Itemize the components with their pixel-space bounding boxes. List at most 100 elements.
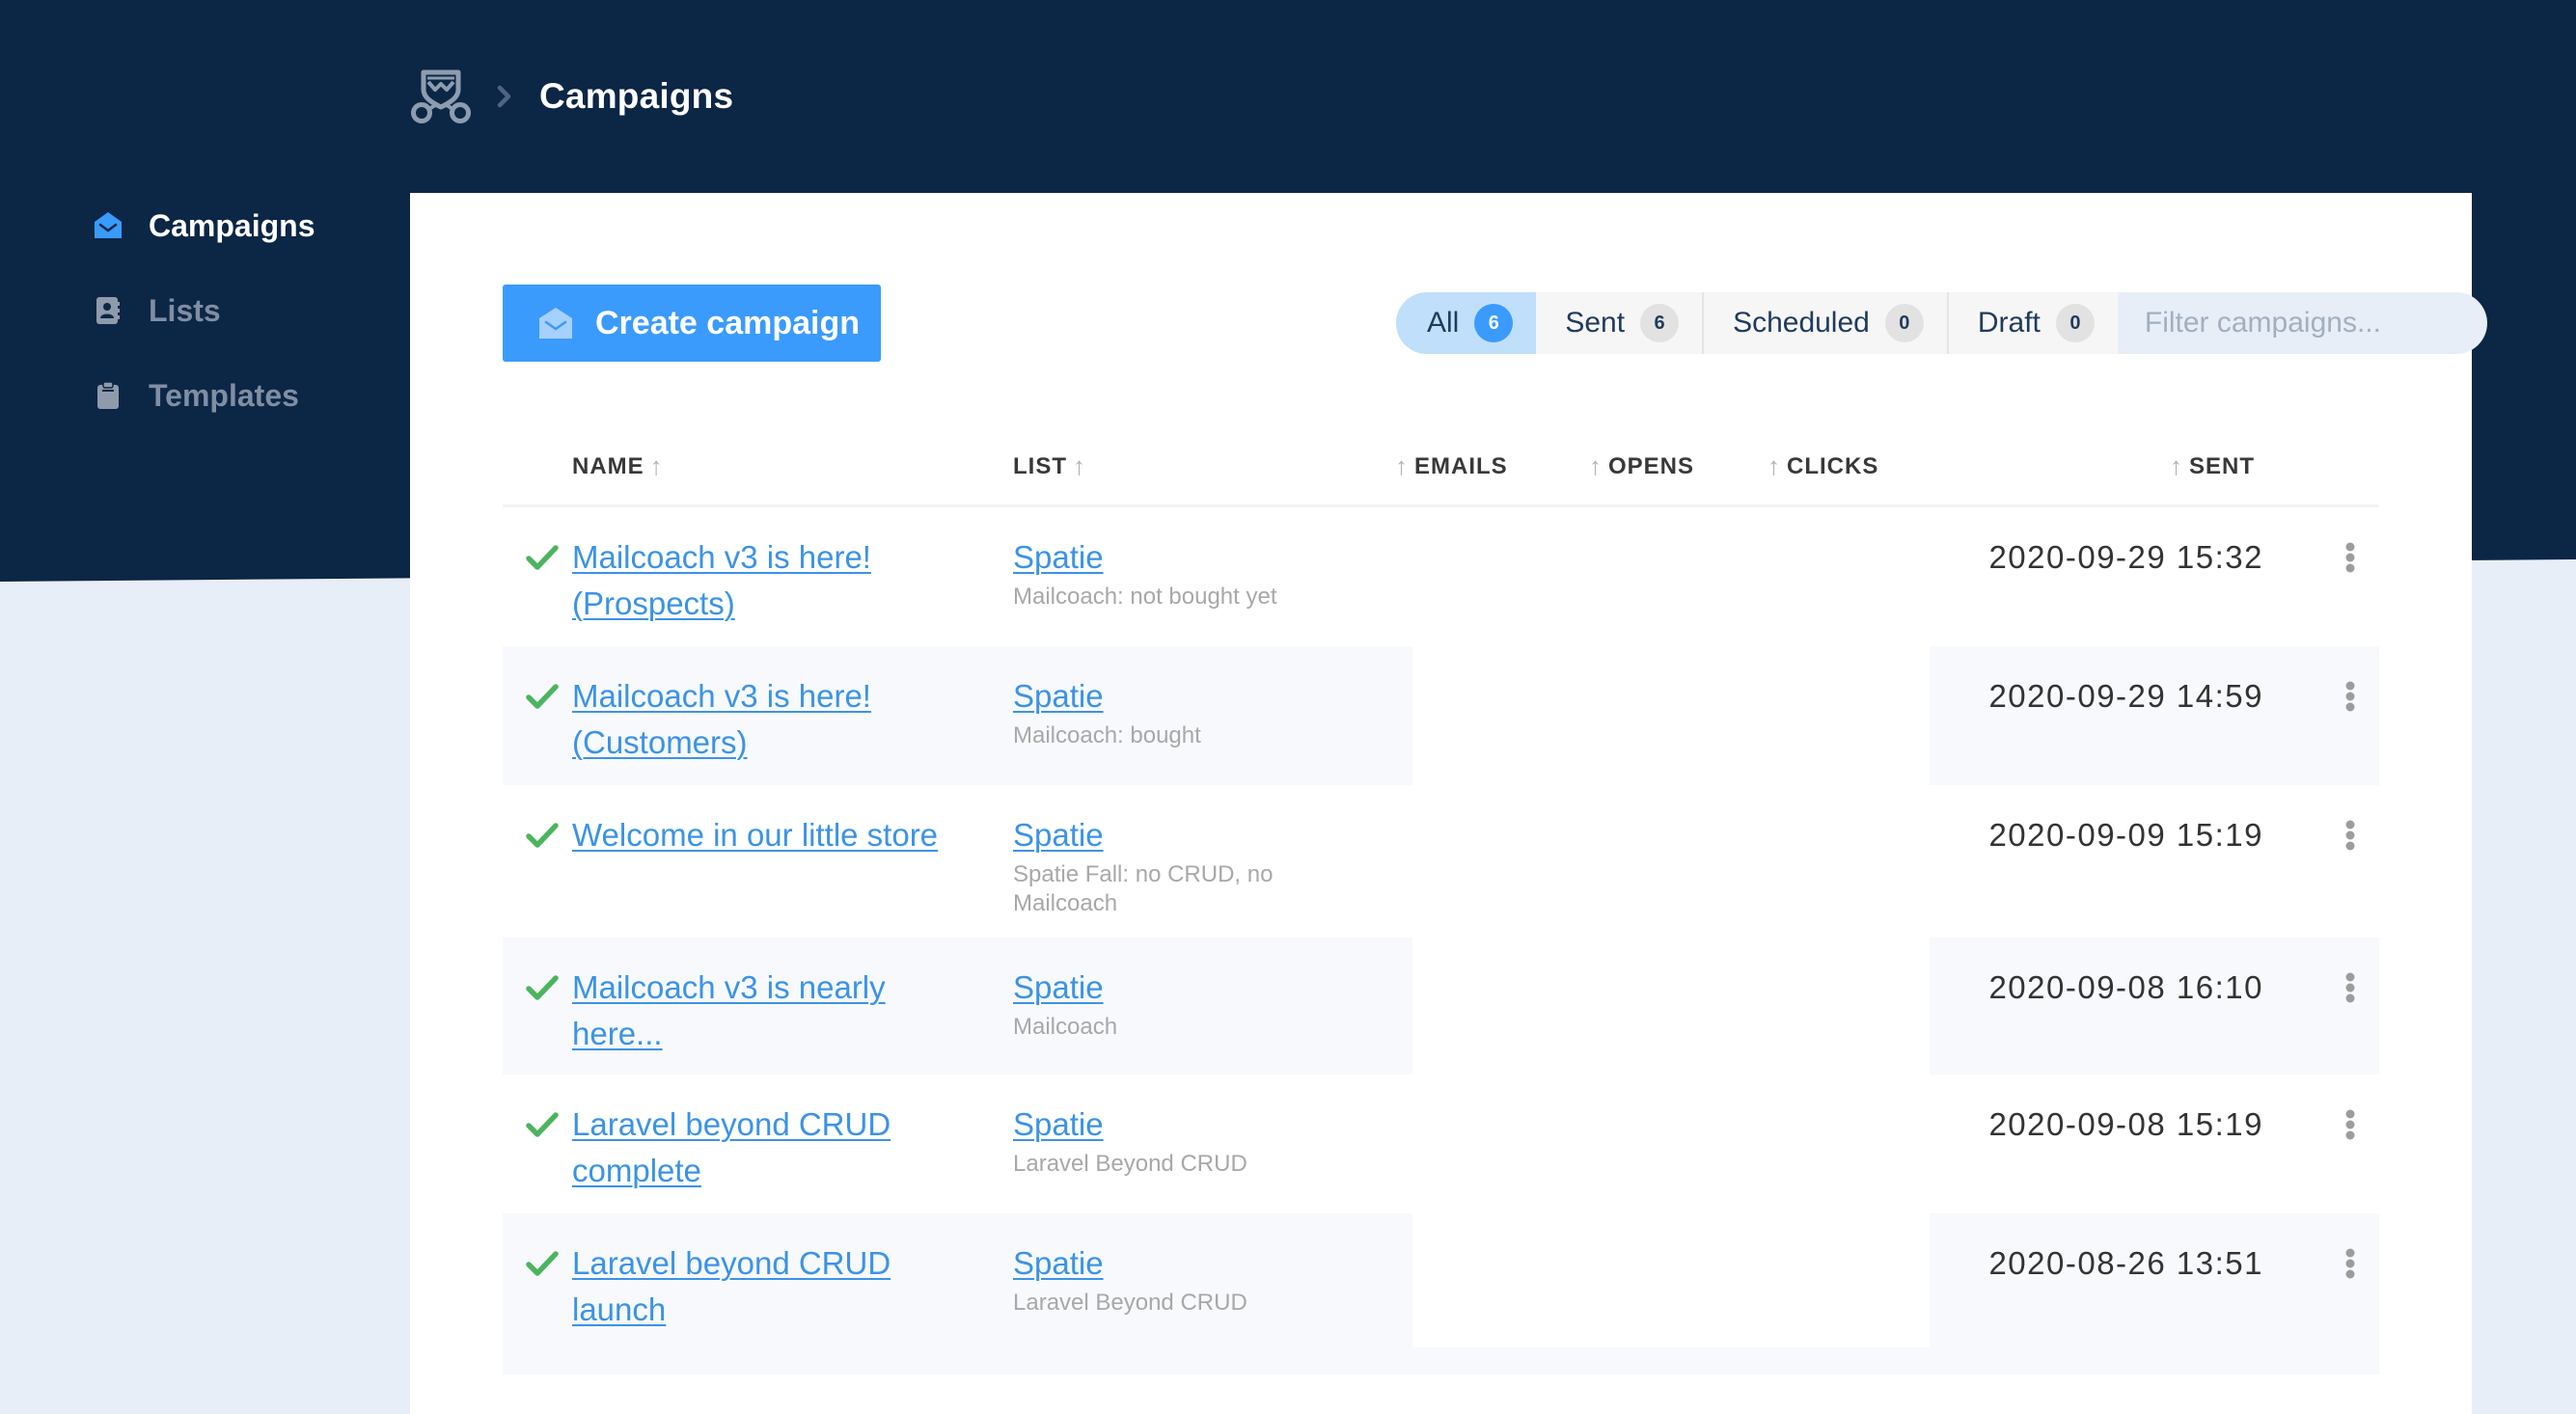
table-row: Laravel beyond CRUD launch Spatie Larave… bbox=[503, 1213, 2379, 1374]
sidebar: Campaigns Lists Templates bbox=[93, 183, 401, 438]
filter-count-badge: 0 bbox=[1884, 304, 1924, 342]
segment-label: Mailcoach bbox=[1013, 1014, 1118, 1040]
segment-label: Laravel Beyond CRUD bbox=[1013, 1290, 1247, 1316]
email-list-link[interactable]: Spatie bbox=[1013, 812, 1104, 858]
arrow-up-icon: ↑ bbox=[2170, 451, 2183, 480]
campaign-name-link[interactable]: Mailcoach v3 is here! (Customers) bbox=[572, 673, 977, 766]
column-label: SENT bbox=[2189, 452, 2256, 479]
checkmark-icon bbox=[526, 1251, 559, 1276]
more-vertical-icon[interactable] bbox=[2339, 540, 2362, 579]
more-vertical-icon[interactable] bbox=[2339, 818, 2362, 857]
checkmark-icon bbox=[526, 545, 559, 570]
more-vertical-icon[interactable] bbox=[2339, 1246, 2362, 1285]
email-list-link[interactable]: Spatie bbox=[1013, 1101, 1104, 1148]
filter-label: Sent bbox=[1565, 307, 1626, 339]
checkmark-icon bbox=[526, 975, 559, 1000]
more-vertical-icon[interactable] bbox=[2339, 679, 2362, 718]
column-header-opens[interactable]: ↑ OPENS bbox=[1583, 451, 1694, 481]
email-list-link[interactable]: Spatie bbox=[1013, 534, 1104, 581]
sidebar-item-label: Lists bbox=[149, 292, 221, 328]
segment-label: Mailcoach: not bought yet bbox=[1013, 584, 1277, 610]
envelope-open-icon bbox=[539, 308, 572, 339]
segment-label: Mailcoach: bought bbox=[1013, 722, 1201, 748]
empty-stats-cells bbox=[1412, 1074, 1930, 1213]
filter-tab-scheduled[interactable]: Scheduled 0 bbox=[1704, 292, 1949, 354]
create-campaign-button[interactable]: Create campaign bbox=[503, 285, 881, 362]
campaign-name-link[interactable]: Laravel beyond CRUD complete bbox=[572, 1101, 977, 1194]
column-header-emails[interactable]: ↑ EMAILS bbox=[1389, 451, 1508, 481]
table-row: Welcome in our little store Spatie Spati… bbox=[503, 785, 2379, 938]
filter-campaigns-input[interactable] bbox=[2144, 307, 2517, 340]
filter-label: All bbox=[1427, 307, 1460, 339]
column-label: LIST bbox=[1013, 452, 1067, 479]
filter-count-badge: 6 bbox=[1474, 304, 1514, 342]
filter-label: Draft bbox=[1977, 307, 2041, 339]
arrow-up-icon: ↑ bbox=[1768, 451, 1781, 480]
email-list-link[interactable]: Spatie bbox=[1013, 673, 1104, 720]
mailcoach-logo-icon[interactable] bbox=[410, 68, 472, 124]
page-title: Campaigns bbox=[539, 76, 734, 116]
column-label: OPENS bbox=[1608, 452, 1695, 479]
sidebar-item-campaigns[interactable]: Campaigns bbox=[93, 183, 401, 268]
sidebar-item-label: Templates bbox=[149, 377, 299, 413]
column-header-name[interactable]: NAME ↑ bbox=[572, 451, 670, 481]
empty-stats-cells bbox=[1412, 507, 1930, 646]
sent-date: 2020-09-08 16:10 bbox=[1988, 969, 2263, 1005]
column-label: CLICKS bbox=[1787, 452, 1879, 479]
sidebar-item-templates[interactable]: Templates bbox=[93, 353, 401, 438]
chevron-right-icon bbox=[497, 85, 511, 108]
sidebar-item-lists[interactable]: Lists bbox=[93, 268, 401, 353]
campaign-filters: All 6 Sent 6 Scheduled 0 Draft 0 bbox=[1396, 292, 2517, 354]
table-row: Laravel beyond CRUD complete Spatie Lara… bbox=[503, 1074, 2379, 1213]
arrow-up-icon: ↑ bbox=[1073, 451, 1086, 480]
column-header-sent[interactable]: ↑ SENT bbox=[2164, 451, 2255, 481]
column-header-clicks[interactable]: ↑ CLICKS bbox=[1762, 451, 1878, 481]
email-list-link[interactable]: Spatie bbox=[1013, 965, 1104, 1011]
filter-count-badge: 0 bbox=[2055, 304, 2095, 342]
segment-label: Laravel Beyond CRUD bbox=[1013, 1151, 1247, 1177]
clipboard-icon bbox=[93, 380, 123, 411]
toolbar: Create campaign All 6 Sent 6 Scheduled 0… bbox=[503, 285, 2517, 362]
campaigns-card: Create campaign All 6 Sent 6 Scheduled 0… bbox=[410, 193, 2517, 1414]
table-row: Mailcoach v3 is here! (Prospects) Spatie… bbox=[503, 507, 2379, 646]
filter-tab-draft[interactable]: Draft 0 bbox=[1948, 292, 2118, 354]
campaign-name-link[interactable]: Mailcoach v3 is nearly here... bbox=[572, 965, 977, 1057]
sent-date: 2020-09-08 15:19 bbox=[1988, 1106, 2263, 1142]
arrow-up-icon: ↑ bbox=[1589, 451, 1603, 480]
sidebar-item-label: Campaigns bbox=[149, 207, 315, 243]
campaign-name-link[interactable]: Mailcoach v3 is here! (Prospects) bbox=[572, 534, 977, 627]
table-row: Mailcoach v3 is nearly here... Spatie Ma… bbox=[503, 938, 2379, 1074]
sent-date: 2020-09-29 15:32 bbox=[1988, 539, 2263, 575]
sent-date: 2020-08-26 13:51 bbox=[1988, 1245, 2263, 1281]
checkmark-icon bbox=[526, 684, 559, 709]
create-campaign-label: Create campaign bbox=[595, 304, 860, 341]
table-header: NAME ↑ LIST ↑ ↑ EMAILS ↑ OPENS ↑ CLICKS … bbox=[503, 424, 2379, 507]
checkmark-icon bbox=[526, 823, 559, 848]
segment-label: Spatie Fall: no CRUD, no Mailcoach bbox=[1013, 861, 1274, 916]
column-header-list[interactable]: LIST ↑ bbox=[1013, 451, 1092, 481]
search-box bbox=[2117, 292, 2517, 354]
envelope-open-icon bbox=[93, 210, 123, 241]
filter-label: Scheduled bbox=[1733, 307, 1870, 339]
campaigns-table: NAME ↑ LIST ↑ ↑ EMAILS ↑ OPENS ↑ CLICKS … bbox=[503, 424, 2379, 1374]
more-vertical-icon[interactable] bbox=[2339, 1107, 2362, 1146]
arrow-up-icon: ↑ bbox=[1395, 451, 1409, 480]
filter-count-badge: 6 bbox=[1640, 304, 1680, 342]
arrow-up-icon: ↑ bbox=[649, 451, 664, 480]
address-book-icon bbox=[93, 295, 123, 326]
empty-stats-cells bbox=[1412, 785, 1930, 938]
column-label: NAME bbox=[572, 452, 644, 479]
empty-stats-cells bbox=[1412, 1213, 1930, 1347]
table-body: Mailcoach v3 is here! (Prospects) Spatie… bbox=[503, 507, 2379, 1374]
checkmark-icon bbox=[526, 1112, 559, 1137]
campaign-name-link[interactable]: Welcome in our little store bbox=[572, 812, 977, 858]
table-row: Mailcoach v3 is here! (Customers) Spatie… bbox=[503, 646, 2379, 785]
sent-date: 2020-09-29 14:59 bbox=[1988, 678, 2263, 714]
more-vertical-icon[interactable] bbox=[2339, 970, 2362, 1009]
column-label: EMAILS bbox=[1414, 452, 1508, 479]
campaign-name-link[interactable]: Laravel beyond CRUD launch bbox=[572, 1240, 977, 1333]
filter-tab-all[interactable]: All 6 bbox=[1396, 292, 1537, 354]
filter-tab-sent[interactable]: Sent 6 bbox=[1536, 292, 1705, 354]
email-list-link[interactable]: Spatie bbox=[1013, 1240, 1104, 1287]
sent-date: 2020-09-09 15:19 bbox=[1988, 817, 2263, 853]
